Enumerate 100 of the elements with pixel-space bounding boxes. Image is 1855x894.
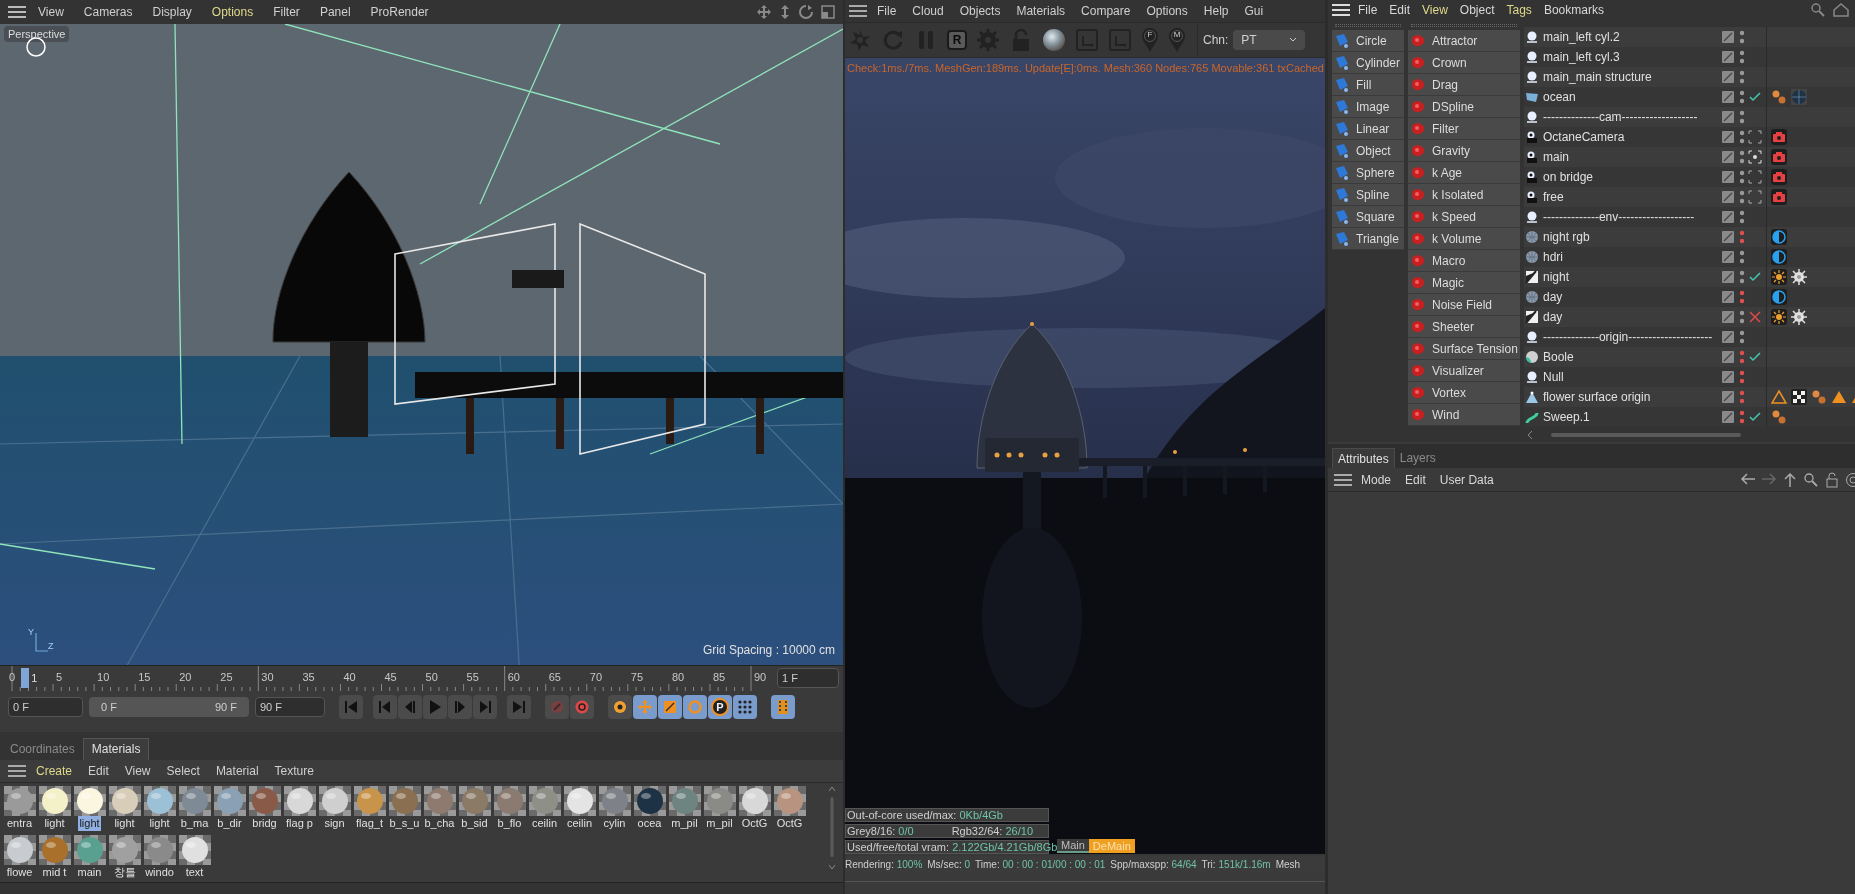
material-label[interactable]: cylin bbox=[602, 816, 627, 832]
palette-item[interactable]: Spline bbox=[1332, 184, 1404, 206]
menu-item[interactable]: Select bbox=[160, 761, 206, 780]
material-label[interactable]: b_s_u bbox=[388, 816, 421, 832]
parameter-button[interactable]: P bbox=[708, 695, 732, 720]
object-name[interactable]: ocean bbox=[1543, 88, 1576, 106]
panel-tab[interactable]: Layers bbox=[1394, 448, 1441, 468]
object-name[interactable]: Sweep.1 bbox=[1543, 408, 1590, 426]
object-name[interactable]: night rgb bbox=[1543, 228, 1590, 246]
palette-item[interactable]: Sheeter bbox=[1408, 316, 1520, 338]
render-tab[interactable]: Main bbox=[1057, 839, 1089, 853]
material-label[interactable]: flag_t bbox=[355, 816, 384, 832]
material-label[interactable]: light bbox=[148, 816, 171, 832]
material-label[interactable]: light bbox=[113, 816, 136, 832]
menu-item[interactable]: Panel bbox=[311, 2, 359, 21]
material-label[interactable]: m_pil bbox=[670, 816, 699, 832]
menu-item[interactable]: Create bbox=[30, 761, 79, 780]
menu-item[interactable]: Filter bbox=[265, 2, 308, 21]
menu-item[interactable]: Edit bbox=[1400, 470, 1431, 489]
object-name[interactable]: free bbox=[1543, 188, 1564, 206]
material-label[interactable]: m_pil bbox=[705, 816, 734, 832]
material-label[interactable]: sign bbox=[323, 816, 346, 832]
menu-item[interactable]: User Data bbox=[1434, 470, 1499, 489]
material-label[interactable]: ceilin bbox=[530, 816, 559, 832]
material-label[interactable]: flowe bbox=[5, 865, 34, 881]
material-label[interactable]: b_ma bbox=[179, 816, 210, 832]
pin-button[interactable]: M bbox=[1168, 27, 1186, 53]
material-label[interactable]: ceilin bbox=[565, 816, 594, 832]
object-name[interactable]: day bbox=[1543, 308, 1563, 326]
palette-item[interactable]: Noise Field bbox=[1408, 294, 1520, 316]
palette-item[interactable]: k Speed bbox=[1408, 206, 1520, 228]
palette-item[interactable]: Magic bbox=[1408, 272, 1520, 294]
panel-tab[interactable]: Materials bbox=[82, 737, 150, 760]
object-name[interactable]: --------------origin--------------------- bbox=[1543, 328, 1713, 346]
menu-item[interactable]: File bbox=[1354, 1, 1382, 19]
menu-item[interactable]: Material bbox=[209, 761, 265, 780]
menu-item[interactable]: Object bbox=[1455, 1, 1499, 19]
palette-item[interactable]: Circle bbox=[1332, 30, 1404, 52]
menu-item[interactable]: Tags bbox=[1502, 1, 1536, 19]
palette-item[interactable]: Filter bbox=[1408, 118, 1520, 140]
object-name[interactable]: day bbox=[1543, 288, 1563, 306]
menu-item[interactable]: Compare bbox=[1075, 2, 1137, 20]
menu-item[interactable]: Display bbox=[144, 2, 200, 21]
material-label[interactable]: main bbox=[76, 865, 103, 881]
palette-item[interactable]: Sphere bbox=[1332, 162, 1404, 184]
menu-item[interactable]: Help bbox=[1197, 2, 1235, 20]
material-label[interactable]: 창틀 bbox=[112, 865, 137, 881]
palette-item[interactable]: Macro bbox=[1408, 250, 1520, 272]
material-label[interactable]: OctG bbox=[775, 816, 804, 832]
palette-item[interactable]: Linear bbox=[1332, 118, 1404, 140]
menu-item[interactable]: Edit bbox=[1385, 1, 1415, 19]
channel-dropdown[interactable]: PT bbox=[1233, 30, 1306, 50]
menu-item[interactable]: Texture bbox=[268, 761, 320, 780]
menu-item[interactable]: Objects bbox=[953, 2, 1007, 20]
frame-range-field[interactable]: 0 F 90 F bbox=[89, 697, 249, 718]
menu-item[interactable]: View bbox=[30, 2, 72, 21]
menu-item[interactable]: Options bbox=[203, 2, 262, 21]
material-label[interactable]: mid t bbox=[41, 865, 68, 881]
menu-item[interactable]: View bbox=[1418, 1, 1452, 19]
material-label[interactable]: text bbox=[184, 865, 205, 881]
object-name[interactable]: Boole bbox=[1543, 348, 1574, 366]
material-label[interactable]: b_dir bbox=[216, 816, 243, 832]
panel-tab[interactable]: Attributes bbox=[1332, 448, 1395, 468]
object-name[interactable]: night bbox=[1543, 268, 1570, 286]
palette-item[interactable]: Visualizer bbox=[1408, 360, 1520, 382]
palette-item[interactable]: Crown bbox=[1408, 52, 1520, 74]
palette-item[interactable]: Attractor bbox=[1408, 30, 1520, 52]
object-name[interactable]: main bbox=[1543, 148, 1569, 166]
material-label[interactable]: OctG bbox=[740, 816, 769, 832]
object-name[interactable]: OctaneCamera bbox=[1543, 128, 1625, 146]
object-name[interactable]: hdri bbox=[1543, 248, 1563, 266]
menu-item[interactable]: Edit bbox=[82, 761, 115, 780]
menu-item[interactable]: ProRender bbox=[362, 2, 437, 21]
menu-item[interactable]: View bbox=[118, 761, 157, 780]
material-label[interactable]: light bbox=[78, 816, 101, 832]
frame-field[interactable]: 1 F bbox=[777, 668, 839, 689]
palette-item[interactable]: k Volume bbox=[1408, 228, 1520, 250]
palette-item[interactable]: Gravity bbox=[1408, 140, 1520, 162]
object-name[interactable]: --------------env------------------- bbox=[1543, 208, 1695, 226]
palette-item[interactable]: Surface Tension bbox=[1408, 338, 1520, 360]
material-label[interactable]: ocea bbox=[636, 816, 663, 832]
menu-item[interactable]: Gui bbox=[1238, 2, 1270, 20]
object-name[interactable]: on bridge bbox=[1543, 168, 1594, 186]
palette-item[interactable]: k Isolated bbox=[1408, 184, 1520, 206]
menu-item[interactable]: Cloud bbox=[906, 2, 950, 20]
material-label[interactable]: entra bbox=[5, 816, 34, 832]
material-label[interactable]: windo bbox=[144, 865, 175, 881]
palette-item[interactable]: k Age bbox=[1408, 162, 1520, 184]
palette-item[interactable]: Vortex bbox=[1408, 382, 1520, 404]
palette-item[interactable]: Triangle bbox=[1332, 228, 1404, 250]
object-name[interactable]: main_left cyl.3 bbox=[1543, 48, 1620, 66]
menu-item[interactable]: Options bbox=[1140, 2, 1194, 20]
panel-tab[interactable]: Coordinates bbox=[2, 737, 83, 760]
palette-item[interactable]: Cylinder bbox=[1332, 52, 1404, 74]
menu-item[interactable]: Bookmarks bbox=[1539, 1, 1608, 19]
palette-item[interactable]: Wind bbox=[1408, 404, 1520, 426]
palette-item[interactable]: Square bbox=[1332, 206, 1404, 228]
material-label[interactable]: b_cha bbox=[423, 816, 456, 832]
material-label[interactable]: flag p bbox=[285, 816, 314, 832]
pin-button[interactable]: F bbox=[1141, 27, 1159, 53]
